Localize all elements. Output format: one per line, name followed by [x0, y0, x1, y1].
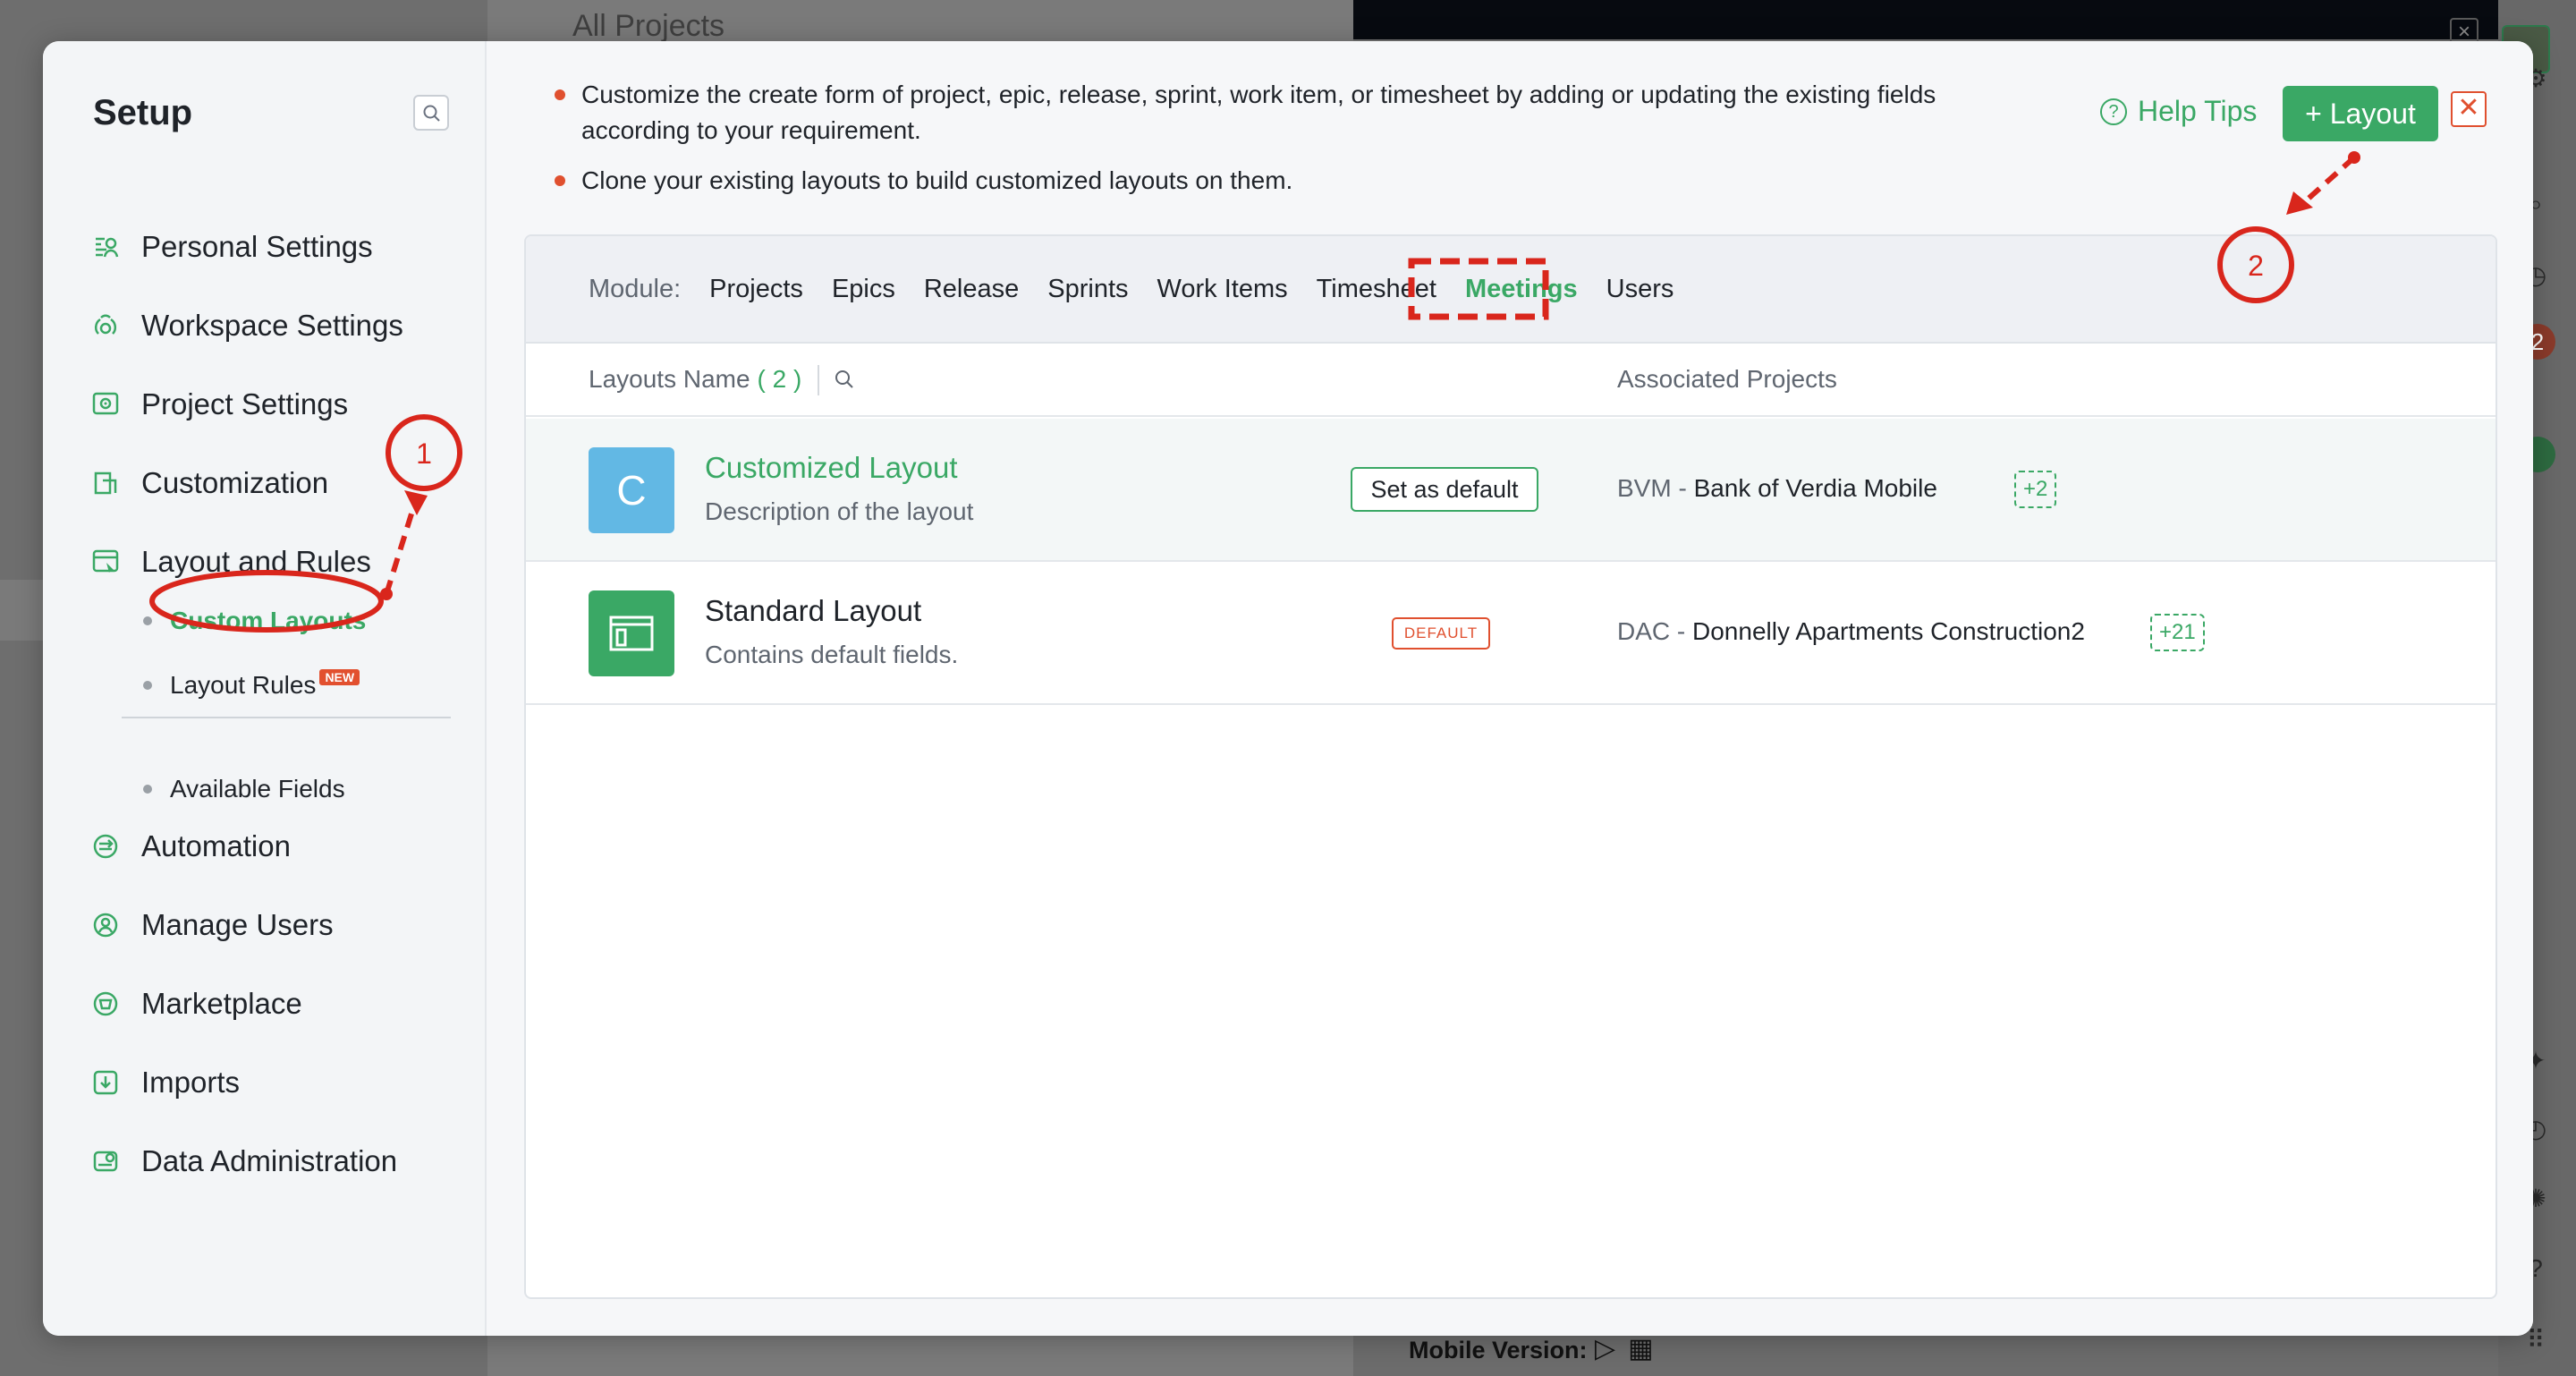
layout-avatar: C — [589, 447, 674, 533]
setup-sidebar: Setup Personal Settings Workspace Settin… — [43, 41, 487, 1336]
background-page-title: All Projects — [572, 9, 725, 43]
sidebar-item-automation[interactable]: Automation — [88, 820, 463, 873]
sidebar-item-label: Layout and Rules — [141, 545, 371, 578]
bullet-dot — [143, 616, 152, 625]
sidebar-item-data-administration[interactable]: Data Administration — [88, 1134, 463, 1188]
sidebar-item-label: Imports — [141, 1066, 241, 1099]
table-header: Layouts Name( 2 ) Associated Projects — [526, 344, 2496, 417]
layout-description: Description of the layout — [705, 497, 974, 525]
sidebar-item-imports[interactable]: Imports — [88, 1056, 463, 1109]
tab-sprints[interactable]: Sprints — [1047, 275, 1128, 304]
column-associated-projects: Associated Projects — [1617, 365, 1837, 393]
sidebar-subitem-label: Layout Rules — [170, 671, 317, 699]
default-tag: DEFAULT — [1392, 617, 1490, 650]
close-icon[interactable]: ✕ — [2451, 91, 2487, 127]
layout-description: Contains default fields. — [705, 641, 959, 668]
background-top-bar — [1353, 0, 2498, 39]
tip-clone: Clone your existing layouts to build cus… — [555, 163, 2039, 199]
sidebar-item-customization[interactable]: Customization — [88, 456, 463, 510]
sidebar-search-button[interactable] — [413, 95, 449, 131]
sidebar-item-layout-rules[interactable]: Layout and Rules — [88, 535, 463, 589]
associated-project: BVM - Bank of Verdia Mobile — [1617, 474, 1937, 502]
sidebar-subitem-label: Custom Layouts — [170, 607, 367, 634]
sidebar-item-marketplace[interactable]: Marketplace — [88, 977, 463, 1031]
module-label: Module: — [589, 274, 682, 303]
help-tips-label: Help Tips — [2138, 95, 2258, 127]
automation-icon — [88, 828, 123, 864]
new-badge: NEW — [319, 669, 360, 685]
associated-project: DAC - Donnelly Apartments Construction2 — [1617, 617, 2085, 645]
layout-name-link[interactable]: Customized Layout — [705, 451, 957, 485]
tab-meetings[interactable]: Meetings — [1465, 275, 1578, 304]
sidebar-subitem-layout-rules[interactable]: Layout Rules NEW — [143, 666, 360, 705]
sidebar-item-project-settings[interactable]: Project Settings — [88, 378, 463, 431]
sidebar-item-personal-settings[interactable]: Personal Settings — [88, 220, 463, 274]
tip-text: Customize the create form of project, ep… — [581, 81, 1936, 144]
tab-projects[interactable]: Projects — [709, 275, 803, 304]
sidebar-item-label: Manage Users — [141, 908, 334, 941]
setup-content: Customize the create form of project, ep… — [487, 41, 2533, 1336]
sidebar-item-label: Customization — [141, 466, 329, 499]
workspace-icon — [88, 308, 123, 344]
sidebar-item-workspace-settings[interactable]: Workspace Settings — [88, 299, 463, 352]
sidebar-subitem-label: Available Fields — [170, 775, 345, 803]
search-icon[interactable] — [834, 369, 855, 395]
project-settings-icon — [88, 386, 123, 422]
background-selected-item — [0, 580, 45, 641]
sidebar-divider — [122, 717, 451, 718]
tab-release[interactable]: Release — [924, 275, 1019, 304]
layout-rules-icon — [88, 544, 123, 580]
table-row[interactable]: C Customized Layout Description of the l… — [526, 419, 2496, 562]
tip-bullet — [555, 175, 565, 186]
tab-users[interactable]: Users — [1606, 275, 1674, 304]
setup-modal: Setup Personal Settings Workspace Settin… — [43, 41, 2533, 1336]
setup-title: Setup — [93, 93, 193, 132]
header-divider — [818, 365, 819, 395]
tab-epics[interactable]: Epics — [832, 275, 895, 304]
add-layout-button[interactable]: + Layout — [2283, 86, 2438, 141]
more-projects-badge[interactable]: +2 — [2014, 471, 2057, 508]
layout-icon — [589, 590, 674, 676]
search-icon — [423, 105, 440, 122]
tip-bullet — [555, 89, 565, 100]
manage-users-icon — [88, 907, 123, 943]
column-layouts-name: Layouts Name( 2 ) — [589, 365, 802, 393]
set-as-default-button[interactable]: Set as default — [1351, 467, 1538, 512]
sidebar-subitem-available-fields[interactable]: Available Fields — [143, 769, 345, 809]
qr-code-icon[interactable]: ▦ — [1628, 1334, 1665, 1363]
customization-icon — [88, 465, 123, 501]
bullet-dot — [143, 785, 152, 794]
sidebar-subitem-custom-layouts[interactable]: Custom Layouts — [143, 601, 366, 641]
tab-timesheet[interactable]: Timesheet — [1317, 275, 1436, 304]
personal-settings-icon — [88, 229, 123, 265]
more-projects-badge[interactable]: +21 — [2150, 614, 2205, 651]
standard-layout-icon — [609, 616, 654, 651]
data-admin-icon — [88, 1143, 123, 1179]
sidebar-item-label: Marketplace — [141, 987, 302, 1020]
tip-text: Clone your existing layouts to build cus… — [581, 166, 1293, 194]
mobile-store-icons[interactable]: ▷▦ — [1595, 1333, 1665, 1364]
bullet-dot — [143, 681, 152, 690]
sidebar-item-label: Project Settings — [141, 387, 349, 420]
play-store-icon[interactable]: ▷ — [1595, 1334, 1628, 1363]
layouts-panel: Module: Projects Epics Release Sprints W… — [524, 234, 2497, 1299]
sidebar-item-label: Personal Settings — [141, 230, 373, 263]
layouts-count: ( 2 ) — [757, 365, 802, 393]
layout-name-link[interactable]: Standard Layout — [705, 594, 921, 628]
marketplace-icon — [88, 986, 123, 1022]
help-icon: ? — [2100, 98, 2127, 125]
table-row[interactable]: Standard Layout Contains default fields.… — [526, 562, 2496, 705]
help-tips-link[interactable]: ? Help Tips — [2100, 95, 2257, 128]
sidebar-item-label: Data Administration — [141, 1144, 398, 1177]
sidebar-item-manage-users[interactable]: Manage Users — [88, 898, 463, 952]
mobile-version-label: Mobile Version: — [1409, 1337, 1588, 1363]
tip-customize: Customize the create form of project, ep… — [555, 77, 2039, 149]
imports-icon — [88, 1065, 123, 1100]
tab-work-items[interactable]: Work Items — [1157, 275, 1288, 304]
sidebar-item-label: Automation — [141, 829, 291, 862]
module-tabs: Module: Projects Epics Release Sprints W… — [526, 236, 2496, 344]
sidebar-item-label: Workspace Settings — [141, 309, 403, 342]
